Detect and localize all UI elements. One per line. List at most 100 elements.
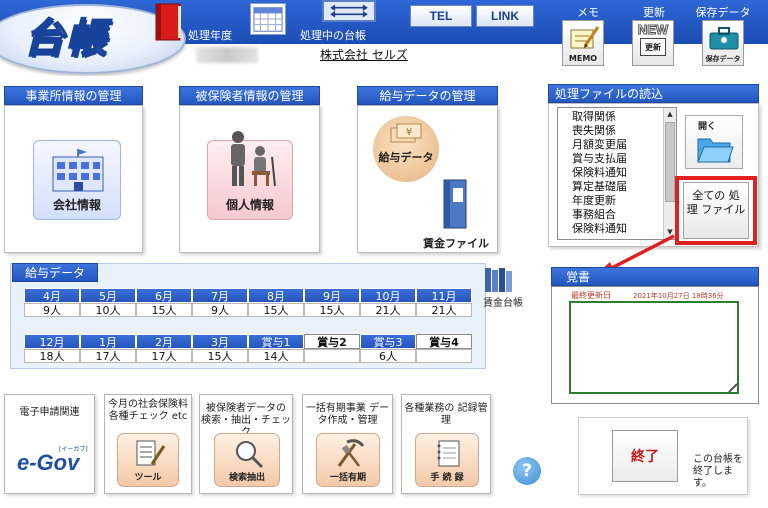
all-files-label: 全ての 処 理 ファイル — [686, 189, 751, 216]
employee-count-cell: 17人 — [80, 349, 136, 363]
month-header-aug[interactable]: 8月 — [248, 288, 304, 303]
search-extract-button[interactable]: 検索抽出 — [214, 433, 280, 487]
work-record-card[interactable]: 各種業務の 記録管理 手 続 録 — [401, 394, 491, 494]
save-icon-caption: 保存データ — [705, 55, 741, 63]
binder-icon — [443, 179, 467, 229]
exit-note: この台帳を 終了します。 — [693, 454, 743, 489]
employee-count-cell: 21人 — [416, 303, 472, 317]
bonus-header-4[interactable]: 賞与4 — [416, 334, 472, 349]
employee-count-cell — [304, 349, 360, 363]
employee-count-cell — [416, 349, 472, 363]
salary-mgmt-title: 給与データの管理 — [357, 86, 498, 105]
save-data-button[interactable]: 保存データ — [702, 20, 744, 66]
insured-panel-title: 被保険者情報の管理 — [179, 86, 320, 105]
month-header-oct[interactable]: 10月 — [360, 288, 416, 303]
scroll-up-icon[interactable]: ▲ — [664, 108, 676, 120]
company-info-button[interactable]: 会社情報 — [33, 140, 121, 220]
memo-title: 覚書 — [551, 267, 759, 286]
memo-text-area[interactable] — [569, 301, 739, 394]
month-header-jan[interactable]: 1月 — [80, 334, 136, 349]
personal-info-label: 個人情報 — [225, 198, 274, 212]
bulk-project-title: 一括有期事業 データ作成・管理 — [305, 403, 390, 426]
link-button[interactable]: LINK — [476, 5, 534, 27]
yen-bills-icon: ¥ — [390, 123, 422, 143]
all-process-files-button[interactable]: 全ての 処 理 ファイル — [683, 182, 751, 239]
month-header-jun[interactable]: 6月 — [136, 288, 192, 303]
file-list-item[interactable]: 事務組合 — [572, 208, 616, 221]
bulk-project-card[interactable]: 一括有期事業 データ作成・管理 一括有期 — [302, 394, 393, 494]
employee-count-cell: 21人 — [360, 303, 416, 317]
open-file-button[interactable]: 開く — [685, 115, 743, 169]
scroll-thumb[interactable] — [665, 122, 675, 202]
month-header-sep[interactable]: 9月 — [304, 288, 360, 303]
work-record-title: 各種業務の 記録管理 — [404, 403, 488, 426]
personal-info-button[interactable]: 個人情報 — [207, 131, 293, 220]
salary-data-title: 給与データ — [12, 263, 98, 282]
update-tool-label: 更新 — [643, 6, 665, 19]
notebook-icon — [437, 440, 460, 467]
procedure-record-label: 手 続 録 — [430, 473, 464, 483]
file-list-item[interactable]: 保険料通知 — [572, 166, 627, 179]
red-book-icon[interactable] — [152, 2, 184, 42]
month-header-feb[interactable]: 2月 — [136, 334, 192, 349]
wage-file-label: 賃金ファイル — [423, 237, 489, 250]
bonus-header-2[interactable]: 賞与2 — [304, 334, 360, 349]
file-list-item[interactable]: 喪失関係 — [572, 124, 616, 137]
wage-ledger-books-icon[interactable] — [479, 266, 519, 294]
employee-count-cell: 17人 — [136, 349, 192, 363]
month-header-mar[interactable]: 3月 — [192, 334, 248, 349]
calendar-icon[interactable] — [250, 3, 286, 35]
wage-ledger-label: 賃金台帳 — [483, 298, 523, 309]
memo-pencil-icon — [570, 26, 600, 49]
month-header-dec[interactable]: 12月 — [24, 334, 80, 349]
month-header-nov[interactable]: 11月 — [416, 288, 472, 303]
office-panel-title: 事業所情報の管理 — [4, 86, 143, 105]
memo-edit-icon[interactable] — [727, 382, 739, 394]
tool-label: ツール — [134, 473, 162, 483]
employee-count-cell: 18人 — [24, 349, 80, 363]
wage-file-button[interactable] — [426, 178, 482, 232]
file-list-item[interactable]: 取得関係 — [572, 110, 616, 123]
magnifier-icon — [236, 441, 264, 469]
insured-search-card[interactable]: 被保険者データの 検索・抽出・チェック 検索抽出 — [199, 394, 293, 494]
bulk-fixed-term-label: 一括有期 — [329, 473, 366, 483]
bonus-header-3[interactable]: 賞与3 — [360, 334, 416, 349]
month-header-jul[interactable]: 7月 — [192, 288, 248, 303]
file-list-item[interactable]: 年度更新 — [572, 194, 616, 207]
process-file-list[interactable]: 取得関係 喪失関係 月額変更届 賞与支払届 保険料通知 算定基礎届 年度更新 事… — [557, 107, 677, 240]
procedure-record-button[interactable]: 手 続 録 — [415, 433, 479, 487]
salary-data-button[interactable]: ¥ 給与データ — [373, 116, 439, 182]
tool-button[interactable]: ツール — [117, 433, 179, 487]
file-list-item[interactable]: 月額変更届 — [572, 138, 627, 151]
switch-ledger-icon[interactable] — [322, 0, 376, 22]
egov-logo: e-Gov — [17, 450, 80, 475]
employee-count-cell: 9人 — [24, 303, 80, 317]
file-read-title: 処理ファイルの読込 — [548, 84, 759, 103]
bulk-fixed-term-button[interactable]: 一括有期 — [316, 433, 380, 487]
exit-button[interactable]: 終了 — [612, 430, 678, 482]
fiscal-year-label: 処理年度 — [188, 29, 232, 42]
company-name: 株式会社 セルズ — [320, 48, 408, 62]
checklist-icon — [136, 440, 166, 466]
file-list-item[interactable]: 算定基礎届 — [572, 180, 627, 193]
monthly-check-card[interactable]: 今月の社会保険料 各種チェック etc ツール — [104, 394, 192, 494]
month-header-may[interactable]: 5月 — [80, 288, 136, 303]
help-button[interactable]: ? — [513, 457, 541, 485]
employee-count-cell: 15人 — [192, 349, 248, 363]
memo-tool-label: メモ — [577, 6, 599, 19]
file-list-item[interactable]: 賞与支払届 — [572, 152, 627, 165]
office-building-icon — [52, 149, 104, 192]
tel-button[interactable]: TEL — [410, 5, 472, 27]
month-header-apr[interactable]: 4月 — [24, 288, 80, 303]
egov-card[interactable]: 電子申請関連 e-Gov [イーガブ] — [4, 394, 95, 494]
monthly-check-title: 今月の社会保険料 各種チェック etc — [108, 399, 188, 422]
new-badge: NEW — [637, 22, 669, 38]
update-icon-caption: 更新 — [640, 38, 666, 56]
memo-button[interactable]: MEMO — [562, 20, 604, 66]
header-bar: 台帳 処理年度 処理中の台帳 TEL LINK メモ MEMO 更新 NEW 更… — [0, 0, 768, 76]
employee-count-cell: 6人 — [360, 349, 416, 363]
employee-count-cell: 14人 — [248, 349, 304, 363]
app-logo: 台帳 — [23, 14, 108, 63]
bonus-header-1[interactable]: 賞与1 — [248, 334, 304, 349]
update-button[interactable]: NEW 更新 — [632, 20, 674, 66]
